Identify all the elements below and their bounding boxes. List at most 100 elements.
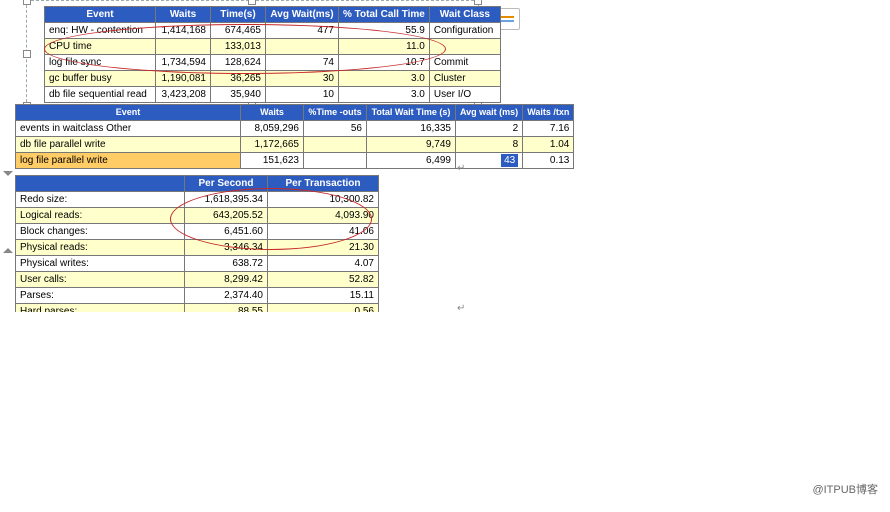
wait-events-extended-table: Event Waits %Time -outs Total Wait Time …	[15, 104, 574, 169]
table-row: enq: HW - contention 1,414,168 674,465 4…	[45, 23, 501, 39]
cell: 6,499	[367, 153, 456, 169]
cell: 2	[456, 121, 523, 137]
header-row: Event Waits Time(s) Avg Wait(ms) % Total…	[45, 7, 501, 23]
header-row: Per Second Per Transaction	[16, 176, 379, 192]
cell: Logical reads:	[16, 208, 185, 224]
cell: 16,335	[367, 121, 456, 137]
cell: Configuration	[429, 23, 500, 39]
handle[interactable]	[248, 0, 256, 5]
handle[interactable]	[474, 0, 482, 5]
cell: 15.11	[268, 288, 379, 304]
handle[interactable]	[23, 50, 31, 58]
cell: 1,618,395.34	[185, 192, 268, 208]
cell: 10,300.82	[268, 192, 379, 208]
col: Total Wait Time (s)	[367, 105, 456, 121]
table-row: User calls:8,299.4252.82	[16, 272, 379, 288]
table-row: gc buffer busy 1,190,081 36,265 30 3.0 C…	[45, 71, 501, 87]
return-marker-icon: ↵	[457, 163, 465, 174]
cell: 9,749	[367, 137, 456, 153]
col: Per Transaction	[268, 176, 379, 192]
cell: gc buffer busy	[45, 71, 156, 87]
col-class: Wait Class	[429, 7, 500, 23]
table-row-highlight: log file parallel write 151,623 6,499 43…	[16, 153, 574, 169]
highlight-box: 43	[501, 154, 518, 167]
cell: 8,059,296	[241, 121, 304, 137]
cell: 11.0	[339, 39, 430, 55]
table-row: Parses:2,374.4015.11	[16, 288, 379, 304]
table-row: events in waitclass Other 8,059,296 56 1…	[16, 121, 574, 137]
return-marker-icon: ↵	[457, 303, 465, 314]
cell: Redo size:	[16, 192, 185, 208]
cell: 1.04	[523, 137, 574, 153]
cell: 35,940	[211, 87, 266, 103]
cell: 30	[266, 71, 339, 87]
cell: 128,624	[211, 55, 266, 71]
cell: db file sequential read	[45, 87, 156, 103]
table-row: CPU time 133,013 11.0	[45, 39, 501, 55]
col: Waits /txn	[523, 105, 574, 121]
cell	[266, 39, 339, 55]
cell: User I/O	[429, 87, 500, 103]
cell: 41.06	[268, 224, 379, 240]
cell: 477	[266, 23, 339, 39]
table-row: db file parallel write 1,172,665 9,749 8…	[16, 137, 574, 153]
cell: Physical writes:	[16, 256, 185, 272]
cell: 3,423,208	[156, 87, 211, 103]
handle[interactable]	[23, 0, 31, 5]
cell: 8	[456, 137, 523, 153]
cell: 4.07	[268, 256, 379, 272]
col-event: Event	[45, 7, 156, 23]
col	[16, 176, 185, 192]
col: Per Second	[185, 176, 268, 192]
triangle-marker-icon	[3, 248, 13, 253]
cell	[429, 39, 500, 55]
table-row: Redo size:1,618,395.3410,300.82	[16, 192, 379, 208]
wait-events-table: Event Waits Time(s) Avg Wait(ms) % Total…	[44, 6, 501, 103]
cell: 1,414,168	[156, 23, 211, 39]
cell: enq: HW - contention	[45, 23, 156, 39]
cell: 1,172,665	[241, 137, 304, 153]
cell: log file sync	[45, 55, 156, 71]
cell: 4,093.90	[268, 208, 379, 224]
cell: 8,299.42	[185, 272, 268, 288]
table-row: Block changes:6,451.6041.06	[16, 224, 379, 240]
cell: 643,205.52	[185, 208, 268, 224]
cell	[304, 153, 367, 169]
cell: 3,346.34	[185, 240, 268, 256]
col: Waits	[241, 105, 304, 121]
crop-mask	[0, 312, 470, 512]
col-pct: % Total Call Time	[339, 7, 430, 23]
cell: 55.9	[339, 23, 430, 39]
triangle-marker-icon	[3, 171, 13, 176]
header-row: Event Waits %Time -outs Total Wait Time …	[16, 105, 574, 121]
table-row: Physical writes:638.724.07	[16, 256, 379, 272]
cell: 7.16	[523, 121, 574, 137]
table-row: Physical reads:3,346.3421.30	[16, 240, 379, 256]
cell: 56	[304, 121, 367, 137]
cell: 133,013	[211, 39, 266, 55]
cell: 638.72	[185, 256, 268, 272]
cell: 21.30	[268, 240, 379, 256]
col: Event	[16, 105, 241, 121]
cell: Commit	[429, 55, 500, 71]
cell: 674,465	[211, 23, 266, 39]
cell: 0.13	[523, 153, 574, 169]
col-avgwait: Avg Wait(ms)	[266, 7, 339, 23]
cell: 3.0	[339, 71, 430, 87]
cell: 52.82	[268, 272, 379, 288]
cell: 74	[266, 55, 339, 71]
cell: 151,623	[241, 153, 304, 169]
cell: 10.7	[339, 55, 430, 71]
table-row: Logical reads:643,205.524,093.90	[16, 208, 379, 224]
table-row: db file sequential read 3,423,208 35,940…	[45, 87, 501, 103]
cell: Physical reads:	[16, 240, 185, 256]
col: %Time -outs	[304, 105, 367, 121]
col-time: Time(s)	[211, 7, 266, 23]
cell: Block changes:	[16, 224, 185, 240]
cell: 10	[266, 87, 339, 103]
cell: db file parallel write	[16, 137, 241, 153]
cell: 2,374.40	[185, 288, 268, 304]
cell: 3.0	[339, 87, 430, 103]
cell: log file parallel write	[16, 153, 241, 169]
cell	[156, 39, 211, 55]
